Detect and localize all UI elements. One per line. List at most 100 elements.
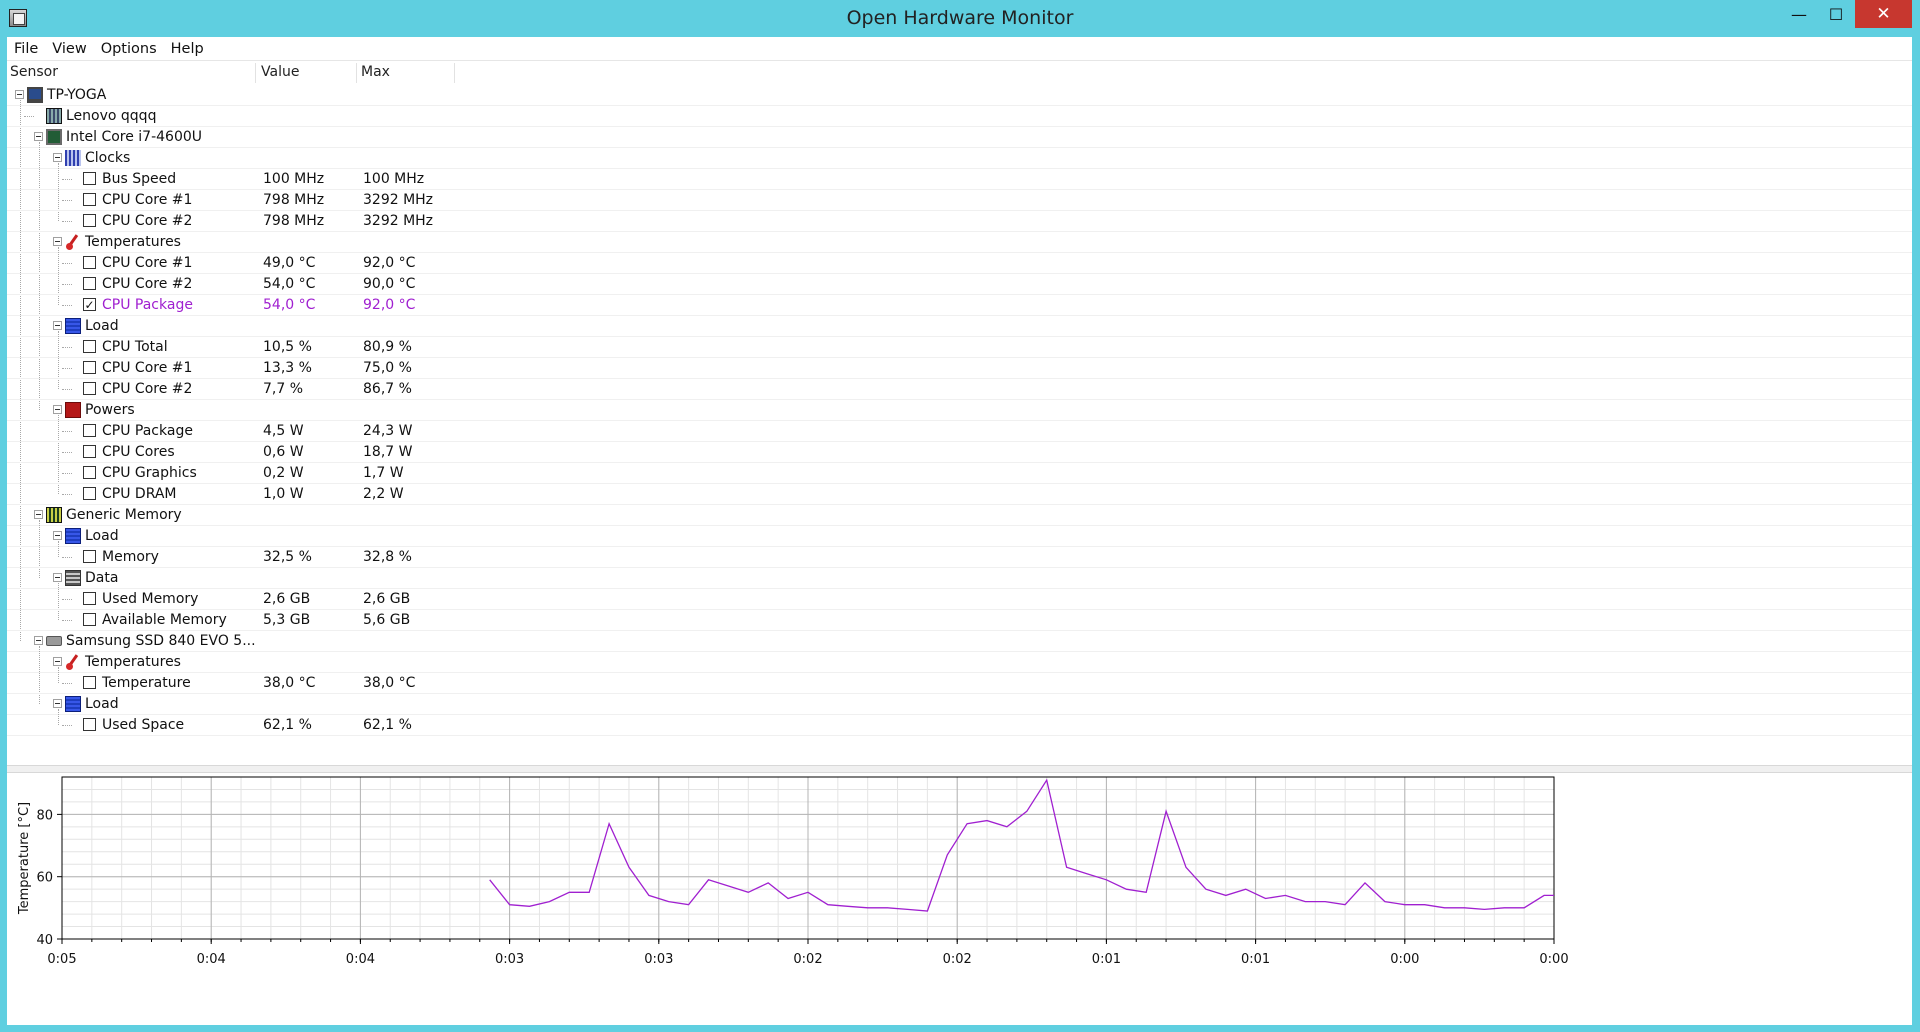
column-header-sensor[interactable]: Sensor xyxy=(10,64,58,80)
tree-node-row[interactable]: Temperatures xyxy=(7,652,1912,673)
menu-bar: File View Options Help xyxy=(7,37,1912,61)
maximize-button[interactable]: ☐ xyxy=(1816,0,1856,28)
sensor-row[interactable]: CPU Package 4,5 W 24,3 W xyxy=(7,421,1912,442)
tree-connector xyxy=(62,347,72,348)
collapse-toggle[interactable] xyxy=(53,573,62,582)
sensor-row[interactable]: CPU Core #1 798 MHz 3292 MHz xyxy=(7,190,1912,211)
sensor-checkbox[interactable] xyxy=(83,256,96,269)
sensor-checkbox[interactable] xyxy=(83,466,96,479)
collapse-toggle[interactable] xyxy=(53,321,62,330)
sensor-value: 0,6 W xyxy=(263,444,304,460)
tree-node-row[interactable]: Samsung SSD 840 EVO 5... xyxy=(7,631,1912,652)
collapse-toggle[interactable] xyxy=(53,531,62,540)
tree-label: CPU Core #1 xyxy=(102,192,193,208)
mainboard-icon xyxy=(46,108,62,124)
collapse-toggle[interactable] xyxy=(15,90,24,99)
column-header-max[interactable]: Max xyxy=(361,64,390,80)
column-header-value[interactable]: Value xyxy=(261,64,299,80)
sensor-row[interactable]: Used Space 62,1 % 62,1 % xyxy=(7,715,1912,736)
menu-help[interactable]: Help xyxy=(164,37,211,61)
tree-node-row[interactable]: Intel Core i7-4600U xyxy=(7,127,1912,148)
collapse-toggle[interactable] xyxy=(53,153,62,162)
sensor-value: 1,0 W xyxy=(263,486,304,502)
collapse-toggle[interactable] xyxy=(34,510,43,519)
tree-label: Lenovo qqqq xyxy=(66,108,157,124)
collapse-toggle[interactable] xyxy=(34,132,43,141)
y-tick-label: 60 xyxy=(36,871,53,886)
sensor-row[interactable]: Available Memory 5,3 GB 5,6 GB xyxy=(7,610,1912,631)
sensor-checkbox[interactable] xyxy=(83,445,96,458)
sensor-checkbox[interactable] xyxy=(83,550,96,563)
tree-label: CPU Cores xyxy=(102,444,175,460)
collapse-toggle[interactable] xyxy=(53,699,62,708)
computer-icon xyxy=(27,87,43,103)
sensor-checkbox[interactable] xyxy=(83,382,96,395)
sensor-checkbox[interactable] xyxy=(83,487,96,500)
sensor-row[interactable]: ✓ CPU Package 54,0 °C 92,0 °C xyxy=(7,295,1912,316)
tree-node-row[interactable]: Data xyxy=(7,568,1912,589)
sensor-row[interactable]: CPU DRAM 1,0 W 2,2 W xyxy=(7,484,1912,505)
column-divider[interactable] xyxy=(356,63,357,83)
sensor-checkbox[interactable]: ✓ xyxy=(83,298,96,311)
sensor-checkbox[interactable] xyxy=(83,592,96,605)
sensor-row[interactable]: CPU Core #2 7,7 % 86,7 % xyxy=(7,379,1912,400)
tree-node-row[interactable]: Generic Memory xyxy=(7,505,1912,526)
sensor-row[interactable]: CPU Core #2 54,0 °C 90,0 °C xyxy=(7,274,1912,295)
tree-node-row[interactable]: TP-YOGA xyxy=(7,85,1912,106)
close-button[interactable]: ✕ xyxy=(1855,0,1912,28)
tree-node-row[interactable]: Lenovo qqqq xyxy=(7,106,1912,127)
tree-node-row[interactable]: Temperatures xyxy=(7,232,1912,253)
sensor-checkbox[interactable] xyxy=(83,424,96,437)
sensor-checkbox[interactable] xyxy=(83,613,96,626)
collapse-toggle[interactable] xyxy=(53,405,62,414)
sensor-row[interactable]: CPU Core #2 798 MHz 3292 MHz xyxy=(7,211,1912,232)
sensor-checkbox[interactable] xyxy=(83,277,96,290)
sensor-checkbox[interactable] xyxy=(83,676,96,689)
sensor-max: 80,9 % xyxy=(363,339,412,355)
tree-node-row[interactable]: Load xyxy=(7,526,1912,547)
sensor-checkbox[interactable] xyxy=(83,172,96,185)
sensor-row[interactable]: Bus Speed 100 MHz 100 MHz xyxy=(7,169,1912,190)
sensor-checkbox[interactable] xyxy=(83,193,96,206)
application-window: Open Hardware Monitor — ☐ ✕ File View Op… xyxy=(0,0,1920,1032)
tree-connector xyxy=(62,263,72,264)
menu-file[interactable]: File xyxy=(7,37,45,61)
sensor-row[interactable]: CPU Cores 0,6 W 18,7 W xyxy=(7,442,1912,463)
tree-node-row[interactable]: Powers xyxy=(7,400,1912,421)
sensor-checkbox[interactable] xyxy=(83,718,96,731)
x-tick-label: 0:01 xyxy=(1241,952,1270,967)
collapse-toggle[interactable] xyxy=(53,657,62,666)
tree-label: Used Memory xyxy=(102,591,199,607)
sensor-row[interactable]: Used Memory 2,6 GB 2,6 GB xyxy=(7,589,1912,610)
collapse-toggle[interactable] xyxy=(53,237,62,246)
tree-node-row[interactable]: Load xyxy=(7,316,1912,337)
splitter[interactable] xyxy=(7,765,1912,773)
column-divider[interactable] xyxy=(255,63,256,83)
x-tick-label: 0:00 xyxy=(1539,952,1568,967)
column-divider[interactable] xyxy=(454,63,455,83)
menu-view[interactable]: View xyxy=(45,37,93,61)
sensor-row[interactable]: Temperature 38,0 °C 38,0 °C xyxy=(7,673,1912,694)
memory-icon xyxy=(46,507,62,523)
tree-label: Samsung SSD 840 EVO 5... xyxy=(66,633,256,649)
sensor-row[interactable]: CPU Graphics 0,2 W 1,7 W xyxy=(7,463,1912,484)
tree-node-row[interactable]: Load xyxy=(7,694,1912,715)
tree-node-row[interactable]: Clocks xyxy=(7,148,1912,169)
load-icon xyxy=(65,318,81,334)
tree-connector xyxy=(62,200,72,201)
sensor-value: 5,3 GB xyxy=(263,612,311,628)
sensor-row[interactable]: CPU Total 10,5 % 80,9 % xyxy=(7,337,1912,358)
sensor-max: 86,7 % xyxy=(363,381,412,397)
sensor-checkbox[interactable] xyxy=(83,361,96,374)
sensor-max: 24,3 W xyxy=(363,423,413,439)
sensor-row[interactable]: CPU Core #1 13,3 % 75,0 % xyxy=(7,358,1912,379)
minimize-button[interactable]: — xyxy=(1782,0,1816,28)
power-icon xyxy=(65,402,81,418)
sensor-checkbox[interactable] xyxy=(83,340,96,353)
title-bar[interactable]: Open Hardware Monitor — ☐ ✕ xyxy=(0,0,1920,37)
sensor-row[interactable]: CPU Core #1 49,0 °C 92,0 °C xyxy=(7,253,1912,274)
sensor-checkbox[interactable] xyxy=(83,214,96,227)
sensor-row[interactable]: Memory 32,5 % 32,8 % xyxy=(7,547,1912,568)
menu-options[interactable]: Options xyxy=(94,37,164,61)
collapse-toggle[interactable] xyxy=(34,636,43,645)
